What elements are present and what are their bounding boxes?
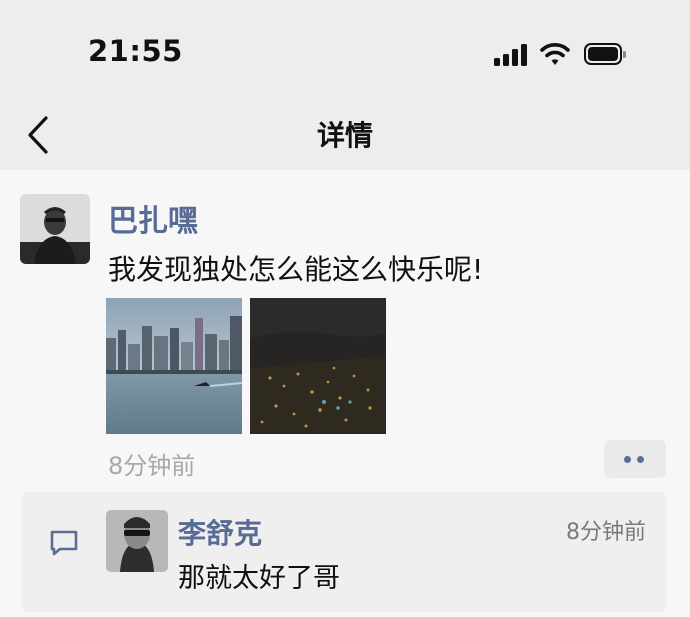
post-photo[interactable] xyxy=(106,298,242,434)
avatar-image xyxy=(20,194,90,264)
post-timestamp: 8分钟前 xyxy=(108,452,196,480)
commenter-name[interactable]: 李舒克 xyxy=(178,512,262,552)
author-name[interactable]: 巴扎嘿 xyxy=(108,196,198,240)
author-avatar[interactable] xyxy=(20,194,90,264)
wifi-icon xyxy=(540,43,570,65)
status-bar: 21:55 xyxy=(0,0,690,100)
battery-icon xyxy=(584,43,626,65)
commenter-avatar[interactable] xyxy=(106,510,168,572)
page-title: 详情 xyxy=(316,119,373,152)
city-skyline-photo xyxy=(106,298,242,434)
comment-section: 李舒克 8分钟前 那就太好了哥 xyxy=(22,492,666,612)
dot-icon xyxy=(624,456,631,463)
cellular-signal-icon xyxy=(494,42,530,66)
moment-detail: 巴扎嘿 我发现独处怎么能这么快乐呢! 8分钟前 李舒克 8分钟前 那就太好了哥 xyxy=(0,170,690,617)
avatar-image xyxy=(106,510,168,572)
comment-icon xyxy=(50,530,78,556)
night-city-photo xyxy=(250,298,386,434)
comment-text: 那就太好了哥 xyxy=(178,563,340,594)
more-actions-button[interactable] xyxy=(604,440,666,478)
dot-icon xyxy=(637,456,644,463)
navigation-bar: 详情 xyxy=(0,100,690,170)
status-time: 21:55 xyxy=(88,34,183,68)
post-photo[interactable] xyxy=(250,298,386,434)
post-text: 我发现独处怎么能这么快乐呢! xyxy=(108,253,484,286)
comment-timestamp: 8分钟前 xyxy=(566,520,646,545)
